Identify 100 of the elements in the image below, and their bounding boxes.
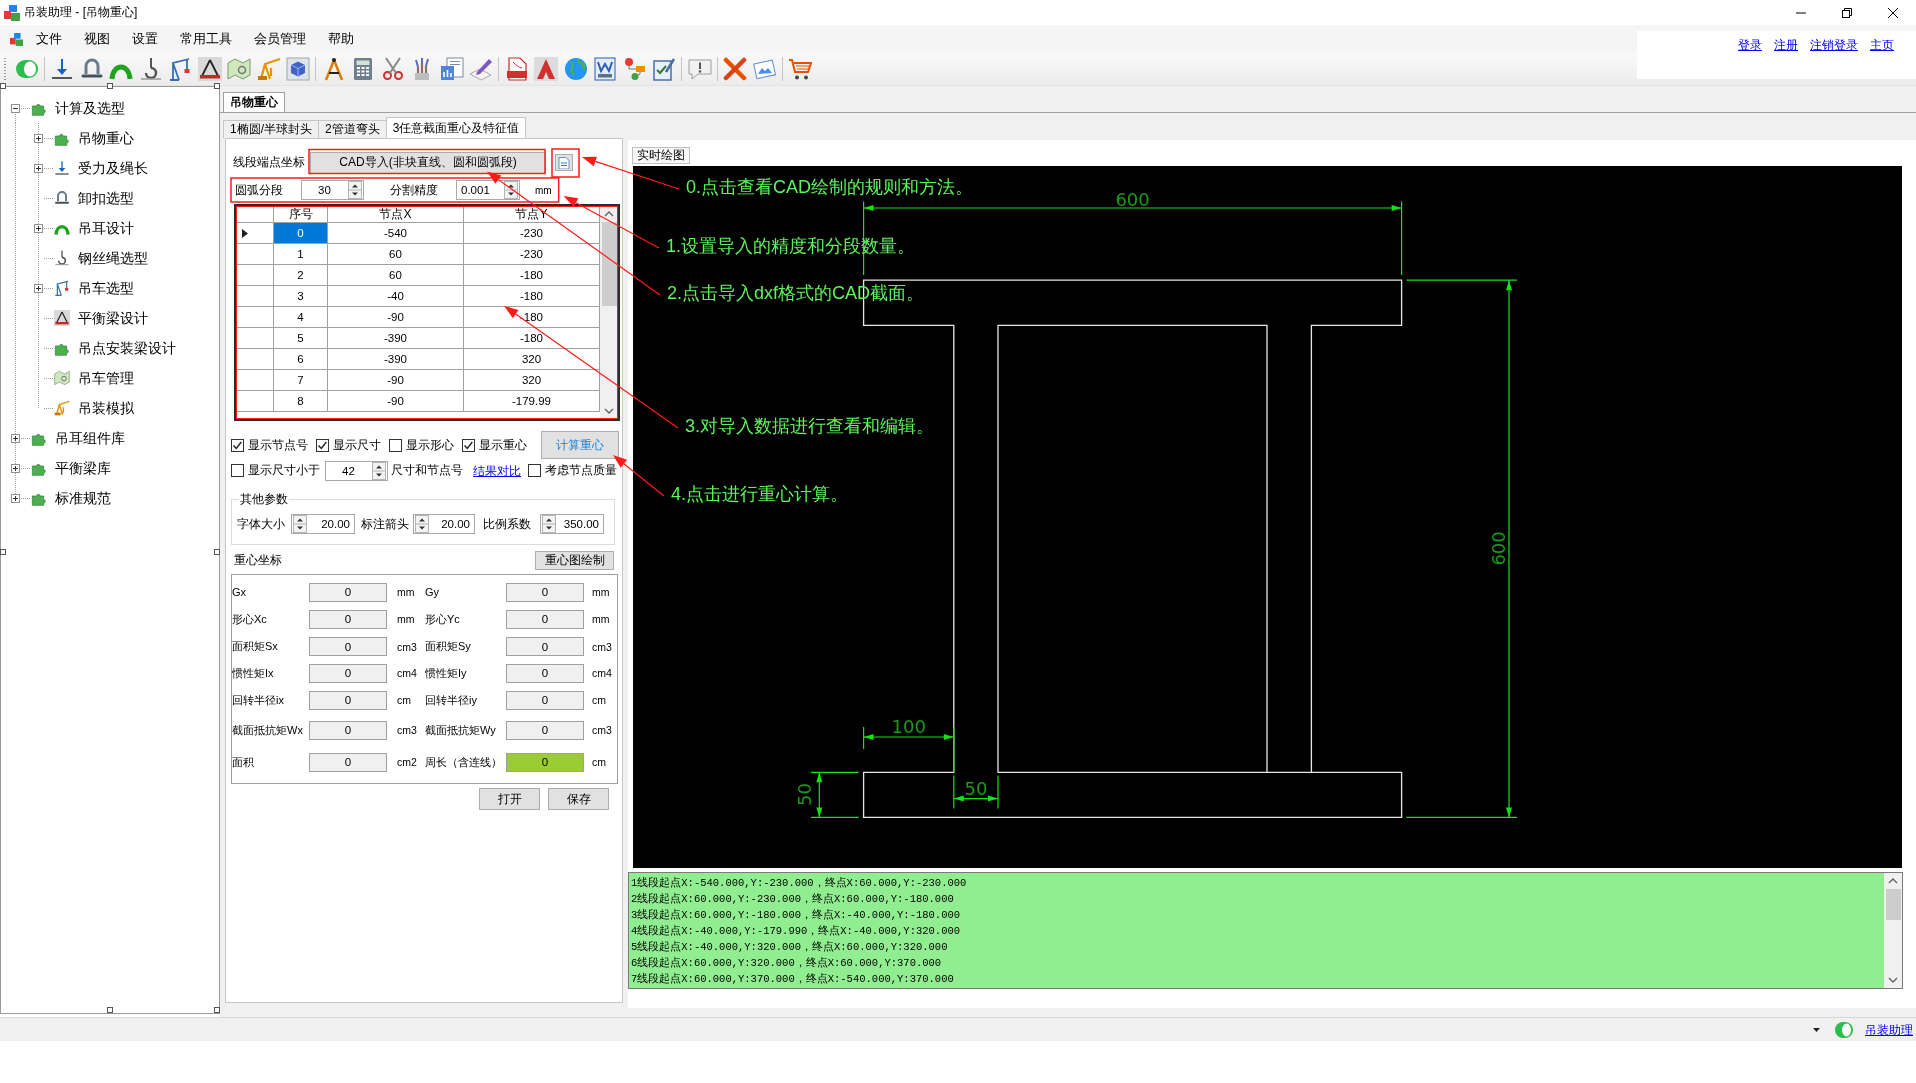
spin-arrows-icon[interactable]: [504, 181, 518, 199]
import-button[interactable]: CAD导入(非块直线、圆和圆弧段): [310, 151, 546, 174]
expand-icon[interactable]: [34, 163, 43, 173]
tab[interactable]: 3任意截面重心及特征值: [385, 117, 527, 138]
link[interactable]: 吊装助理: [1865, 1022, 1913, 1037]
tree-item[interactable]: 计算及选型: [53, 98, 127, 118]
scroll-down-icon[interactable]: [1888, 977, 1898, 984]
value-field[interactable]: 0: [506, 690, 584, 710]
triangle-icon[interactable]: [534, 57, 559, 81]
expand-icon[interactable]: [11, 433, 20, 443]
expand-icon[interactable]: [11, 463, 20, 473]
minimize-icon[interactable]: [1796, 11, 1806, 14]
scroll-up-icon[interactable]: [1888, 877, 1898, 884]
value-field[interactable]: 0: [506, 582, 584, 602]
column-header[interactable]: 节点X: [328, 206, 464, 223]
resize-handle[interactable]: [214, 83, 220, 89]
spin-arrows-icon[interactable]: [372, 461, 386, 480]
tree-item[interactable]: 吊耳设计: [76, 218, 136, 238]
tree-item[interactable]: 平衡梁库: [53, 458, 113, 478]
checkbox[interactable]: 显示尺寸: [316, 436, 381, 454]
document-icon[interactable]: [593, 57, 618, 81]
open-button[interactable]: 打开: [479, 788, 540, 810]
app-icon[interactable]: [10, 32, 23, 46]
menu-item[interactable]: 设置: [121, 29, 169, 49]
number-field[interactable]: 350.00: [540, 514, 604, 534]
value-field[interactable]: 0: [309, 720, 387, 740]
value-field[interactable]: 0: [506, 720, 584, 740]
document-icon[interactable]: [439, 57, 464, 81]
tree-item[interactable]: 标准规范: [53, 488, 113, 508]
spin-arrows-icon[interactable]: [293, 515, 307, 533]
expand-icon[interactable]: [34, 223, 43, 233]
menu-item[interactable]: 视图: [73, 29, 121, 49]
checkbox[interactable]: 显示节点号: [231, 436, 308, 454]
tab[interactable]: 1椭圆/半球封头: [223, 120, 319, 138]
link[interactable]: 登录: [1738, 38, 1762, 52]
link[interactable]: 结果对比: [473, 463, 521, 478]
file-icon[interactable]: [504, 57, 529, 81]
link[interactable]: 注销登录: [1810, 38, 1858, 52]
menu-item[interactable]: 帮助: [317, 29, 365, 49]
scissors-icon[interactable]: [380, 57, 405, 81]
resize-handle[interactable]: [107, 83, 113, 89]
cart-icon[interactable]: [788, 57, 813, 81]
grip-icon[interactable]: [3, 58, 7, 80]
tree-item[interactable]: 钢丝绳选型: [76, 248, 150, 268]
value-field[interactable]: 0: [506, 752, 584, 772]
tree-item[interactable]: 平衡梁设计: [76, 308, 150, 328]
scrollbar-thumb[interactable]: [1885, 889, 1901, 920]
scrollbar[interactable]: [600, 206, 618, 419]
checklist-icon[interactable]: [652, 57, 677, 81]
checkbox[interactable]: 显示形心: [389, 436, 454, 454]
tree-item[interactable]: 吊耳组件库: [53, 428, 127, 448]
link[interactable]: 主页: [1870, 38, 1894, 52]
shackle-icon[interactable]: [79, 57, 104, 81]
number-field[interactable]: 20.00: [413, 514, 475, 534]
menu-item[interactable]: 会员管理: [243, 29, 317, 49]
value-field[interactable]: 0: [309, 752, 387, 772]
value-field[interactable]: 0: [309, 637, 387, 656]
comment-icon[interactable]: [687, 57, 712, 81]
toggle-icon[interactable]: [1835, 1021, 1853, 1038]
resize-handle[interactable]: [0, 549, 6, 555]
value-field[interactable]: 0: [309, 690, 387, 710]
save-button[interactable]: 保存: [548, 788, 609, 810]
value-field[interactable]: 0: [309, 582, 387, 602]
icon-button[interactable]: [555, 154, 573, 171]
draw-button[interactable]: 重心图绘制: [535, 551, 614, 570]
checkbox[interactable]: 显示重心: [462, 436, 527, 454]
scroll-down-icon[interactable]: [604, 408, 614, 415]
tree-item[interactable]: 吊物重心: [76, 128, 136, 148]
tree-item[interactable]: 吊车选型: [76, 278, 136, 298]
number-field[interactable]: 0.001: [456, 180, 520, 200]
pencil-icon[interactable]: [469, 57, 494, 81]
expand-icon[interactable]: [34, 133, 43, 143]
cross-icon[interactable]: [723, 57, 748, 81]
resize-handle[interactable]: [0, 83, 6, 89]
menu-item[interactable]: 文件: [25, 29, 73, 49]
number-field[interactable]: 30: [301, 180, 364, 200]
crane-icon[interactable]: [256, 57, 281, 81]
value-field[interactable]: 0: [506, 637, 584, 656]
hook-icon[interactable]: [138, 57, 163, 81]
tree-item[interactable]: 吊点安装梁设计: [76, 338, 178, 358]
number-field[interactable]: 42: [325, 460, 388, 481]
close-icon[interactable]: [1888, 7, 1898, 18]
tab[interactable]: 实时绘图: [632, 147, 690, 164]
tree-item[interactable]: 卸扣选型: [76, 188, 136, 208]
link[interactable]: 注册: [1774, 38, 1798, 52]
triangle-frame-icon[interactable]: [197, 57, 222, 81]
resize-handle[interactable]: [214, 1007, 220, 1013]
crane-icon[interactable]: [168, 57, 193, 81]
arrow-icon[interactable]: [50, 57, 75, 81]
toggle-icon[interactable]: [14, 57, 39, 81]
globe-icon[interactable]: [563, 57, 588, 81]
value-field[interactable]: 0: [309, 663, 387, 683]
caret-icon[interactable]: [1813, 1027, 1820, 1032]
value-field[interactable]: 0: [506, 609, 584, 629]
collapse-icon[interactable]: [11, 103, 20, 113]
tab[interactable]: 2管道弯头: [318, 120, 387, 138]
menu-item[interactable]: 常用工具: [169, 29, 243, 49]
app-icon[interactable]: [4, 4, 20, 21]
scroll-up-icon[interactable]: [604, 210, 614, 217]
tree-item[interactable]: 吊装模拟: [76, 398, 136, 418]
